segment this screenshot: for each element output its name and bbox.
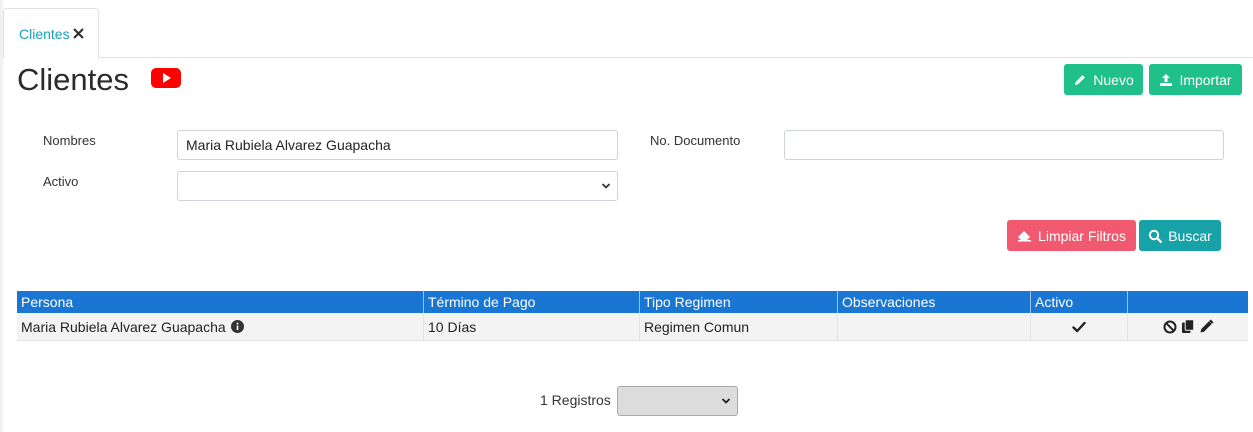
tab-clientes[interactable]: Clientes xyxy=(3,8,99,59)
upload-icon xyxy=(1160,73,1173,86)
ban-icon[interactable] xyxy=(1163,320,1177,334)
registros-count: 1 Registros xyxy=(540,392,611,408)
eraser-icon xyxy=(1018,231,1032,242)
chevron-down-icon xyxy=(721,398,731,404)
close-icon[interactable] xyxy=(73,28,84,39)
page-title: Clientes xyxy=(17,62,129,97)
youtube-icon[interactable] xyxy=(151,68,181,88)
documento-label: No. Documento xyxy=(650,133,741,148)
info-icon[interactable] xyxy=(230,320,244,333)
importar-label: Importar xyxy=(1179,71,1232,88)
header-persona[interactable]: Persona xyxy=(17,291,424,313)
pencil-icon[interactable] xyxy=(1199,319,1214,334)
clientes-table: Persona Término de Pago Tipo Regimen Obs… xyxy=(17,291,1248,341)
header-activo[interactable]: Activo xyxy=(1031,291,1128,313)
cell-observaciones xyxy=(838,313,1031,340)
nuevo-label: Nuevo xyxy=(1093,71,1134,88)
chevron-down-icon xyxy=(601,183,611,189)
left-strip xyxy=(0,0,3,432)
buscar-button[interactable]: Buscar xyxy=(1139,220,1221,251)
copy-icon[interactable] xyxy=(1181,319,1195,334)
header-observaciones[interactable]: Observaciones xyxy=(838,291,1031,313)
buscar-label: Buscar xyxy=(1168,227,1212,244)
check-icon xyxy=(1072,321,1086,332)
limpiar-filtros-label: Limpiar Filtros xyxy=(1038,227,1126,244)
documento-input[interactable] xyxy=(784,130,1224,160)
persona-name: Maria Rubiela Alvarez Guapacha xyxy=(21,318,226,335)
header-actions xyxy=(1128,291,1248,313)
cell-activo xyxy=(1031,313,1128,340)
search-icon xyxy=(1149,229,1163,243)
cell-tipo-regimen: Regimen Comun xyxy=(640,313,838,340)
cell-actions xyxy=(1128,313,1248,340)
activo-select[interactable] xyxy=(177,171,618,201)
pencil-icon xyxy=(1075,74,1086,85)
header-termino-pago[interactable]: Término de Pago xyxy=(424,291,640,313)
nombres-input[interactable]: Maria Rubiela Alvarez Guapacha xyxy=(177,130,618,160)
tab-bar: Clientes xyxy=(3,0,1253,59)
page-size-select[interactable] xyxy=(617,386,738,416)
activo-label: Activo xyxy=(43,174,79,189)
cell-termino-pago: 10 Días xyxy=(424,313,640,340)
nombres-value: Maria Rubiela Alvarez Guapacha xyxy=(186,137,391,153)
table-row: Maria Rubiela Alvarez Guapacha 10 Días R… xyxy=(17,313,1248,341)
nombres-label: Nombres xyxy=(43,133,96,148)
tab-label: Clientes xyxy=(19,25,70,42)
cell-persona: Maria Rubiela Alvarez Guapacha xyxy=(17,313,424,340)
limpiar-filtros-button[interactable]: Limpiar Filtros xyxy=(1007,220,1136,251)
table-header: Persona Término de Pago Tipo Regimen Obs… xyxy=(17,291,1248,313)
nuevo-button[interactable]: Nuevo xyxy=(1064,64,1143,95)
importar-button[interactable]: Importar xyxy=(1149,64,1242,95)
header-tipo-regimen[interactable]: Tipo Regimen xyxy=(640,291,838,313)
